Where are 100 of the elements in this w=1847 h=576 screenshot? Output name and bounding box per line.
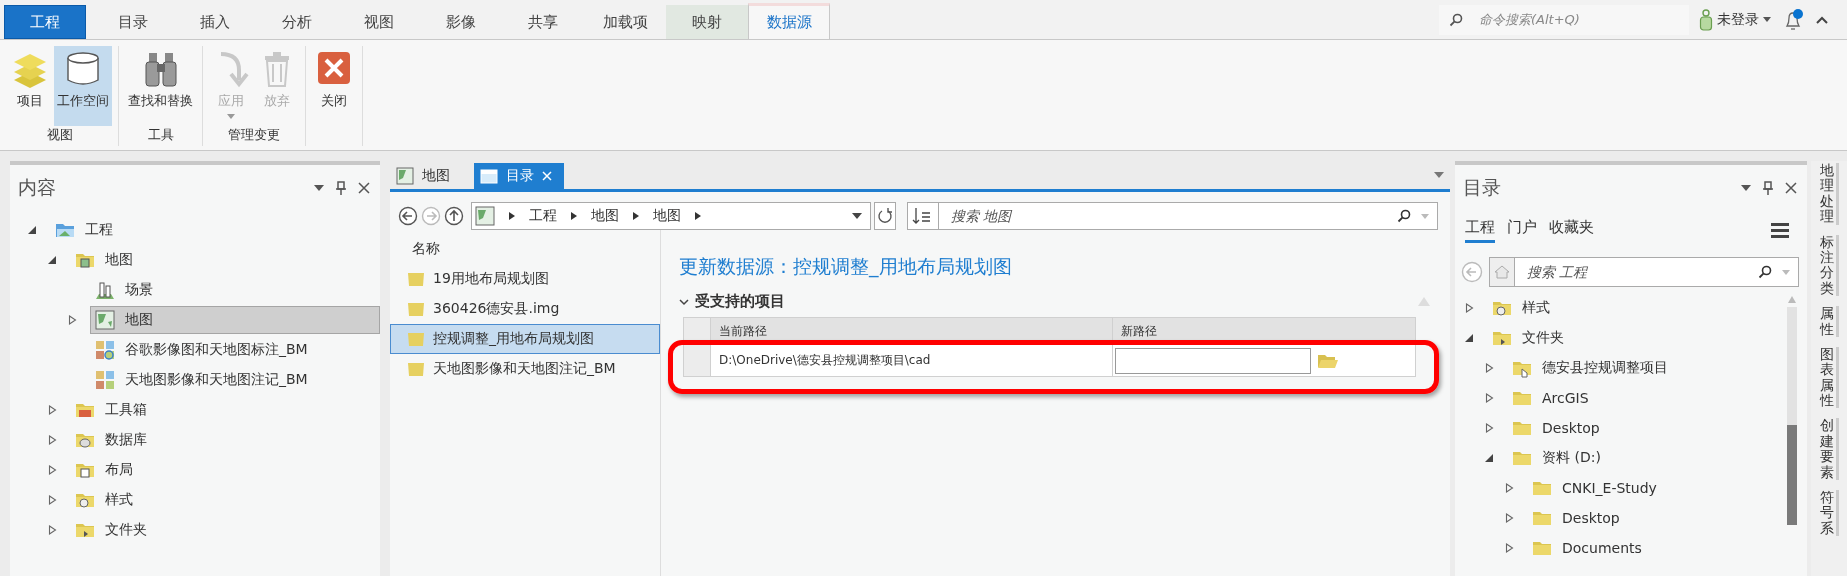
tree-item[interactable]: 地图 xyxy=(70,246,380,274)
collapse-arrow-icon[interactable] xyxy=(28,225,37,235)
close-icon[interactable] xyxy=(358,182,370,194)
expand-arrow-icon[interactable] xyxy=(1485,363,1494,373)
tree-item[interactable]: 场景 xyxy=(90,276,380,304)
section-header[interactable]: 受支持的项目 xyxy=(679,292,785,311)
ribbon-button[interactable]: 项目 xyxy=(8,46,52,126)
pin-icon[interactable] xyxy=(1763,181,1773,195)
tree-item[interactable]: Desktop xyxy=(1527,504,1787,532)
breadcrumb-bar[interactable]: 工程 地图 地图 xyxy=(471,202,871,230)
side-tab[interactable]: 标注分类 xyxy=(1819,234,1839,297)
breadcrumb-item[interactable]: 地图 xyxy=(591,207,619,225)
view-tab[interactable]: 目录 xyxy=(474,163,564,189)
pane-tab[interactable]: 工程 xyxy=(1465,217,1495,243)
ribbon-tab[interactable]: 工程 xyxy=(4,5,86,39)
tree-item[interactable]: 天地图影像和天地图注记_BM xyxy=(90,366,380,394)
folder-icon xyxy=(407,361,425,377)
tree-item[interactable]: 工具箱 xyxy=(70,396,380,424)
tree-item[interactable]: 数据库 xyxy=(70,426,380,454)
command-search-bar[interactable]: 命令搜索(Alt+Q) xyxy=(1439,4,1689,35)
search-bar[interactable]: 搜索 工程 xyxy=(1489,257,1799,287)
ribbon-tab[interactable]: 加载项 xyxy=(584,5,666,39)
collapse-arrow-icon[interactable] xyxy=(1485,453,1494,463)
pane-tab[interactable]: 门户 xyxy=(1507,217,1537,243)
ribbon-tab[interactable]: 共享 xyxy=(502,5,584,39)
caret-icon[interactable] xyxy=(314,185,324,191)
expand-arrow-icon[interactable] xyxy=(1505,543,1514,553)
pane-tab[interactable]: 收藏夹 xyxy=(1549,217,1594,243)
tree-item[interactable]: 样式 xyxy=(1487,294,1787,322)
expand-arrow-icon[interactable] xyxy=(48,435,57,445)
view-tab[interactable]: 地图 xyxy=(390,163,462,189)
ribbon-tab[interactable]: 数据源 xyxy=(748,3,830,39)
expand-arrow-icon[interactable] xyxy=(48,525,57,535)
caret-icon[interactable] xyxy=(1741,185,1751,191)
tree-item[interactable]: 工程 xyxy=(50,216,380,244)
close-icon[interactable] xyxy=(1785,182,1797,194)
tree-item[interactable]: 文件夹 xyxy=(1487,324,1787,352)
ribbon-button[interactable]: 关闭 xyxy=(312,46,356,126)
breadcrumb-item[interactable]: 工程 xyxy=(529,207,557,225)
tree-item[interactable]: 布局 xyxy=(70,456,380,484)
collapse-arrow-icon[interactable] xyxy=(48,255,57,265)
refresh-button[interactable] xyxy=(874,202,896,230)
expand-arrow-icon[interactable] xyxy=(1505,513,1514,523)
dialog-title: 更新数据源：控规调整_用地布局规划图 xyxy=(679,254,1013,280)
list-item[interactable]: 控规调整_用地布局规划图 xyxy=(390,324,660,354)
column-header: 新路径 xyxy=(1120,322,1158,340)
side-tab[interactable]: 图表属性 xyxy=(1819,346,1839,409)
ribbon-button[interactable]: 工作空间 xyxy=(54,46,112,126)
up-icon[interactable] xyxy=(444,206,464,226)
pin-icon[interactable] xyxy=(336,181,346,195)
user-icon xyxy=(1699,8,1713,31)
bell-icon[interactable] xyxy=(1783,7,1805,32)
tree-item[interactable]: Documents xyxy=(1527,534,1787,562)
caret-icon xyxy=(1763,17,1771,22)
list-item[interactable]: 天地图影像和天地图注记_BM xyxy=(390,354,660,384)
side-tab[interactable]: 符号系 xyxy=(1819,490,1839,537)
side-tab[interactable]: 创建要素 xyxy=(1819,418,1839,481)
search-field[interactable]: 搜索 工程 xyxy=(1525,263,1748,281)
caret-icon[interactable] xyxy=(1434,172,1444,178)
tree-item[interactable]: CNKI_E-Study xyxy=(1527,474,1787,502)
ribbon-tab[interactable]: 视图 xyxy=(338,5,420,39)
sign-in-button[interactable]: 未登录 xyxy=(1717,10,1759,29)
tree-item[interactable]: 样式 xyxy=(70,486,380,514)
expand-arrow-icon[interactable] xyxy=(68,315,77,325)
tree-item[interactable]: 文件夹 xyxy=(70,516,380,544)
ribbon-tab[interactable]: 目录 xyxy=(92,5,174,39)
collapse-icon[interactable] xyxy=(1815,14,1829,25)
tree-item[interactable]: 谷歌影像图和天地图标注_BM xyxy=(90,336,380,364)
tree-item[interactable]: ArcGIS xyxy=(1507,384,1787,412)
expand-arrow-icon[interactable] xyxy=(48,465,57,475)
back-icon[interactable] xyxy=(398,206,418,226)
ribbon-tab[interactable]: 分析 xyxy=(256,5,338,39)
scrollbar[interactable] xyxy=(1787,295,1797,525)
breadcrumb-item[interactable]: 地图 xyxy=(653,207,681,225)
collapse-arrow-icon[interactable] xyxy=(1465,333,1474,343)
side-tab[interactable]: 属性 xyxy=(1819,306,1839,337)
list-item[interactable]: 19用地布局规划图 xyxy=(390,264,660,294)
folder-icon xyxy=(407,331,425,347)
expand-arrow-icon[interactable] xyxy=(1485,423,1494,433)
side-tab[interactable]: 地理处理 xyxy=(1819,163,1839,225)
tree-item[interactable]: 德安县控规调整项目 xyxy=(1507,354,1787,382)
expand-arrow-icon[interactable] xyxy=(48,405,57,415)
input-field[interactable] xyxy=(1115,347,1311,374)
ribbon-group-label: 管理变更 xyxy=(228,126,280,144)
search-bar[interactable]: 搜索 地图 xyxy=(907,202,1438,230)
list-item[interactable]: 360426德安县.img xyxy=(390,294,660,324)
tree-item[interactable]: 资料 (D:) xyxy=(1507,444,1787,472)
tree-item[interactable]: 地图 xyxy=(90,306,380,334)
tree-item[interactable]: Desktop xyxy=(1507,414,1787,442)
search-field[interactable]: 搜索 地图 xyxy=(949,207,1387,225)
expand-arrow-icon[interactable] xyxy=(1505,483,1514,493)
ribbon-button[interactable]: 查找和替换 xyxy=(125,46,196,126)
command-search-field[interactable]: 命令搜索(Alt+Q) xyxy=(1477,11,1681,28)
menu-icon[interactable] xyxy=(1771,222,1789,238)
expand-arrow-icon[interactable] xyxy=(1485,393,1494,403)
expand-arrow-icon[interactable] xyxy=(1465,303,1474,313)
ribbon-tab[interactable]: 插入 xyxy=(174,5,256,39)
ribbon-tab[interactable]: 影像 xyxy=(420,5,502,39)
ribbon-tab[interactable]: 映射 xyxy=(666,5,748,39)
expand-arrow-icon[interactable] xyxy=(48,495,57,505)
